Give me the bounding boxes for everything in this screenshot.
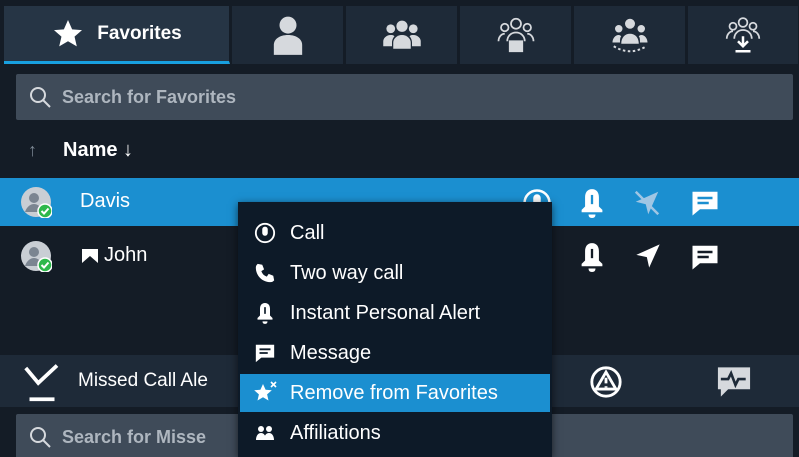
sort-up-arrow[interactable]: ↑: [28, 140, 37, 161]
tab-favorites[interactable]: Favorites: [4, 6, 230, 64]
tab-contacts[interactable]: [232, 6, 344, 64]
person-icon: [273, 16, 302, 55]
tab-download-groups[interactable]: [688, 6, 799, 64]
missed-calls-search-placeholder: Search for Misse: [62, 426, 207, 447]
location-icon[interactable]: [634, 242, 662, 270]
search-icon: [30, 87, 51, 108]
star-remove-icon: [254, 381, 277, 401]
menu-item-label: Call: [290, 221, 325, 244]
warning-icon: [590, 366, 622, 398]
bell-icon: [257, 303, 273, 324]
name-column-header[interactable]: Name ↓: [63, 139, 133, 162]
menu-item-call[interactable]: Call: [240, 214, 550, 252]
tab-emergency-alerts[interactable]: [548, 359, 664, 405]
tab-broadcast-groups[interactable]: [574, 6, 686, 64]
dispatch-group-icon: [497, 17, 534, 53]
menu-item-label: Remove from Favorites: [290, 381, 498, 404]
contact-name: Davis: [80, 190, 131, 212]
tab-dispatch-groups[interactable]: [460, 6, 572, 64]
menu-item-label: Affiliations: [290, 421, 381, 444]
menu-item-label: Message: [290, 341, 372, 364]
menu-item-affiliations[interactable]: Affiliations: [240, 414, 550, 452]
menu-item-remove-from-favorites[interactable]: Remove from Favorites: [240, 374, 550, 412]
tab-status-messages[interactable]: [676, 359, 792, 405]
call-icon: [254, 222, 276, 244]
missed-call-label[interactable]: Missed Call Ale: [78, 370, 208, 392]
missed-call-icon[interactable]: [22, 363, 62, 403]
favorites-search-placeholder: Search for Favorites: [62, 86, 237, 107]
contact-name: John: [104, 244, 148, 266]
list-header: ↑ Name ↓: [0, 128, 799, 172]
affiliations-icon: [256, 426, 274, 440]
bell-icon[interactable]: [578, 188, 606, 218]
flag-icon: [82, 249, 98, 263]
search-icon: [30, 427, 51, 448]
menu-item-instant-personal-alert[interactable]: Instant Personal Alert: [240, 294, 550, 332]
message-icon[interactable]: [690, 188, 720, 218]
avatar: [21, 187, 52, 218]
group-icon: [382, 20, 421, 49]
tab-favorites-label: Favorites: [97, 22, 182, 44]
tab-groups[interactable]: [346, 6, 458, 64]
avatar: [21, 241, 52, 272]
heartbeat-message-icon: [717, 367, 751, 397]
menu-item-label: Two way call: [290, 261, 404, 284]
context-menu: Call Two way call Instant Personal Alert…: [238, 202, 552, 457]
download-group-icon: [725, 17, 761, 53]
star-icon: [54, 19, 83, 46]
tab-bar: Favorites: [0, 0, 799, 68]
message-icon: [255, 344, 275, 363]
menu-item-two-way-call[interactable]: Two way call: [240, 254, 550, 292]
bell-icon[interactable]: [578, 242, 606, 272]
menu-item-label: Instant Personal Alert: [290, 301, 481, 324]
favorites-search-input[interactable]: Search for Favorites: [16, 74, 793, 120]
phone-icon: [255, 263, 275, 283]
broadcast-group-icon: [612, 18, 647, 53]
menu-item-message[interactable]: Message: [240, 334, 550, 372]
message-icon[interactable]: [690, 242, 720, 272]
location-off-icon[interactable]: [632, 188, 662, 218]
